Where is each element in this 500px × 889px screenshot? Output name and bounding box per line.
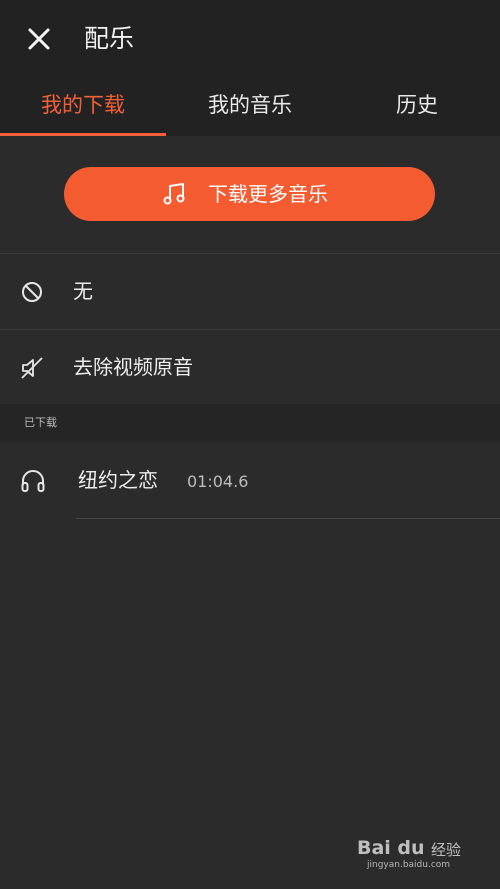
mute-icon bbox=[21, 357, 43, 379]
option-remove-original-audio[interactable]: 去除视频原音 bbox=[0, 330, 500, 405]
no-symbol-icon bbox=[22, 282, 42, 302]
tab-history[interactable]: 历史 bbox=[334, 78, 500, 136]
option-none[interactable]: 无 bbox=[0, 254, 500, 329]
watermark-site: jingyan.baidu.com bbox=[367, 860, 451, 870]
download-more-music-label: 下载更多音乐 bbox=[208, 182, 328, 206]
option-remove-original-audio-label: 去除视频原音 bbox=[73, 355, 193, 379]
tab-my-music[interactable]: 我的音乐 bbox=[166, 78, 334, 136]
track-duration: 01:04.6 bbox=[187, 472, 249, 491]
tab-bar: 我的下载 我的音乐 历史 bbox=[0, 78, 500, 136]
option-none-label: 无 bbox=[73, 279, 93, 303]
downloaded-section-title: 已下载 bbox=[24, 416, 57, 429]
tab-my-downloads[interactable]: 我的下载 bbox=[0, 78, 166, 136]
track-row[interactable]: 纽约之恋 01:04.6 bbox=[0, 442, 500, 519]
watermark-suffix: 经验 bbox=[431, 841, 462, 859]
close-icon[interactable] bbox=[22, 22, 56, 56]
app-header: 配乐 bbox=[0, 0, 500, 78]
music-note-icon bbox=[163, 183, 185, 205]
downloaded-section-header: 已下载 bbox=[0, 404, 500, 442]
headphones-icon bbox=[21, 470, 45, 492]
active-tab-indicator bbox=[0, 133, 166, 136]
divider bbox=[76, 518, 500, 519]
track-name: 纽约之恋 bbox=[78, 468, 158, 492]
close-button[interactable] bbox=[22, 22, 56, 56]
baidu-jingyan-watermark: Bai du 经验 jingyan.baidu.com bbox=[357, 837, 472, 873]
watermark-brand: Bai du bbox=[357, 837, 425, 859]
download-more-music-button[interactable]: 下载更多音乐 bbox=[64, 167, 435, 221]
page-title: 配乐 bbox=[84, 24, 135, 53]
